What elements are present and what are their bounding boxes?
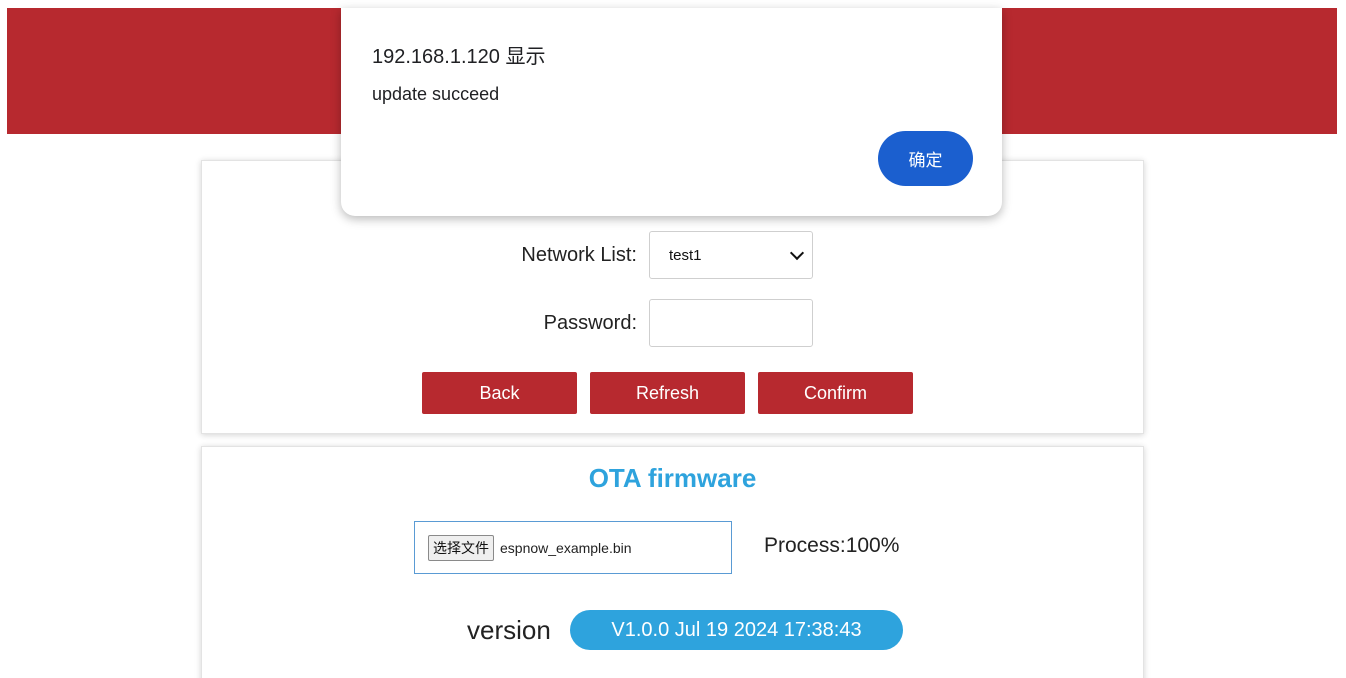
password-input[interactable] [649,299,813,347]
version-label: version [467,615,551,645]
choose-file-button[interactable]: 选择文件 [428,534,494,561]
network-selected-value: test1 [669,246,702,264]
password-row: Password: [437,299,813,347]
password-label: Password: [543,311,637,334]
confirm-button[interactable]: Confirm [758,372,913,414]
file-name: espnow_example.bin [500,539,632,556]
refresh-button[interactable]: Refresh [590,372,745,414]
version-badge: V1.0.0 Jul 19 2024 17:38:43 [570,610,903,650]
chevron-down-icon [789,245,805,260]
back-button[interactable]: Back [422,372,577,414]
file-picker[interactable]: 选择文件 espnow_example.bin [414,521,732,574]
ota-title: OTA firmware [588,463,757,493]
page: Network List: test1 Password: Back Refre… [0,0,1346,678]
dialog-title: 192.168.1.120 显示 [372,46,546,68]
form-buttons: Back Refresh Confirm [422,372,926,414]
ota-card: OTA firmware 选择文件 espnow_example.bin Pro… [201,446,1144,678]
network-list-select[interactable]: test1 [649,231,813,279]
dialog-ok-button[interactable]: 确定 [878,131,973,186]
network-list-label: Network List: [521,243,637,266]
dialog-message: update succeed [372,84,500,104]
alert-dialog: 192.168.1.120 显示 update succeed 确定 [341,8,1002,216]
process-status: Process:100% [764,534,900,557]
network-list-row: Network List: test1 [437,231,813,279]
